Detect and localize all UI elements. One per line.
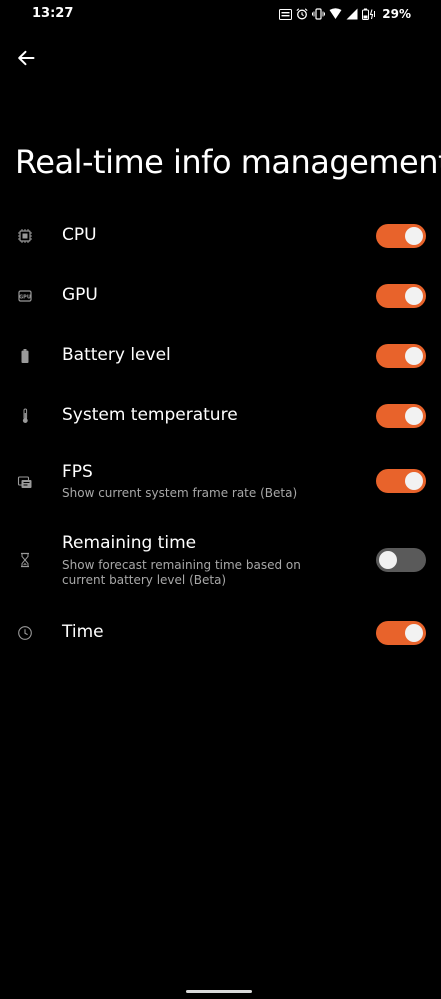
battery-icon: [362, 8, 376, 20]
setting-row-system-temperature[interactable]: System temperature: [0, 398, 441, 434]
remaining-time-toggle[interactable]: [376, 548, 426, 572]
time-toggle[interactable]: [376, 621, 426, 645]
toggle-knob: [405, 624, 423, 642]
gpu-toggle[interactable]: [376, 284, 426, 308]
setting-row-time[interactable]: Time: [0, 615, 441, 651]
toggle-knob: [405, 347, 423, 365]
battery-percent: 29%: [382, 7, 411, 21]
page-title: Real-time info management: [15, 143, 441, 181]
alarm-icon: [296, 8, 308, 20]
signal-icon: [346, 8, 358, 20]
status-time: 13:27: [32, 6, 74, 21]
setting-row-fps[interactable]: FPS Show current system frame rate (Beta…: [0, 460, 441, 504]
setting-subtitle-remaining-time: Show forecast remaining time based on cu…: [62, 558, 301, 587]
status-icons: 29%: [279, 6, 411, 22]
cpu-toggle[interactable]: [376, 224, 426, 248]
gpu-icon: GPU: [16, 287, 34, 305]
setting-title-battery-level: Battery level: [62, 345, 171, 365]
system-temperature-toggle[interactable]: [376, 404, 426, 428]
toggle-knob: [405, 472, 423, 490]
fps-toggle[interactable]: [376, 469, 426, 493]
setting-title-gpu: GPU: [62, 285, 98, 305]
back-button[interactable]: [10, 42, 42, 74]
setting-title-system-temperature: System temperature: [62, 405, 238, 425]
vibrate-icon: [312, 8, 326, 20]
setting-subtitle-fps: Show current system frame rate (Beta): [62, 486, 298, 500]
setting-row-cpu[interactable]: CPU: [0, 218, 441, 254]
status-bar: 13:27 29%: [0, 0, 441, 28]
setting-title-fps: FPS: [62, 462, 93, 482]
setting-row-gpu[interactable]: GPU GPU: [0, 278, 441, 314]
cpu-icon: [16, 227, 34, 245]
battery-level-toggle[interactable]: [376, 344, 426, 368]
toggle-knob: [405, 227, 423, 245]
battery-icon: [16, 347, 34, 365]
svg-text:GPU: GPU: [19, 294, 31, 300]
setting-row-remaining-time[interactable]: Remaining time Show forecast remaining t…: [0, 532, 441, 592]
setting-title-cpu: CPU: [62, 225, 97, 245]
setting-title-time: Time: [62, 622, 104, 642]
wifi-icon: [329, 8, 342, 20]
clock-icon: [16, 624, 34, 642]
setting-title-remaining-time: Remaining time: [62, 533, 197, 553]
hdr-icon: [279, 8, 293, 20]
toggle-knob: [405, 407, 423, 425]
toggle-knob: [405, 287, 423, 305]
hourglass-icon: [16, 551, 34, 569]
thermometer-icon: [16, 407, 34, 425]
setting-row-battery-level[interactable]: Battery level: [0, 338, 441, 374]
fps-icon: [16, 473, 34, 491]
toggle-knob: [379, 551, 397, 569]
gesture-navigation-handle[interactable]: [186, 990, 252, 993]
arrow-left-icon: [18, 50, 35, 66]
